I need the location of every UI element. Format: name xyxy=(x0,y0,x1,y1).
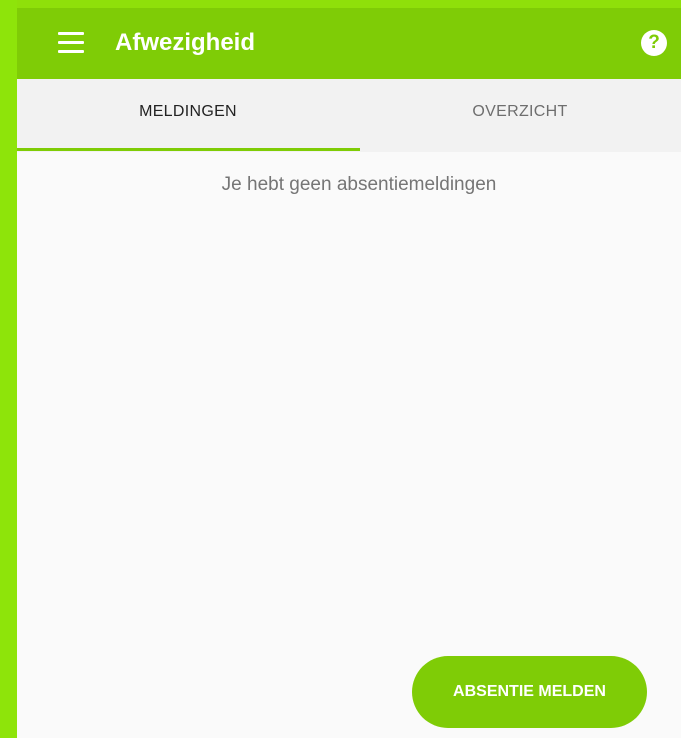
tab-meldingen[interactable]: MELDINGEN xyxy=(17,79,359,152)
app-bar: Afwezigheid ? xyxy=(17,8,681,79)
tab-bar: MELDINGEN OVERZICHT xyxy=(17,79,681,152)
tab-overzicht[interactable]: OVERZICHT xyxy=(359,79,681,152)
window-frame-edge xyxy=(0,0,17,738)
help-icon[interactable]: ? xyxy=(641,30,667,56)
active-tab-indicator xyxy=(17,148,360,151)
page-title: Afwezigheid xyxy=(115,29,256,56)
menu-icon[interactable] xyxy=(58,32,84,54)
app-window: Afwezigheid ? MELDINGEN OVERZICHT Je heb… xyxy=(17,8,681,738)
empty-state-message: Je hebt geen absentiemeldingen xyxy=(221,174,497,195)
report-absence-button[interactable]: ABSENTIE MELDEN xyxy=(412,656,647,728)
